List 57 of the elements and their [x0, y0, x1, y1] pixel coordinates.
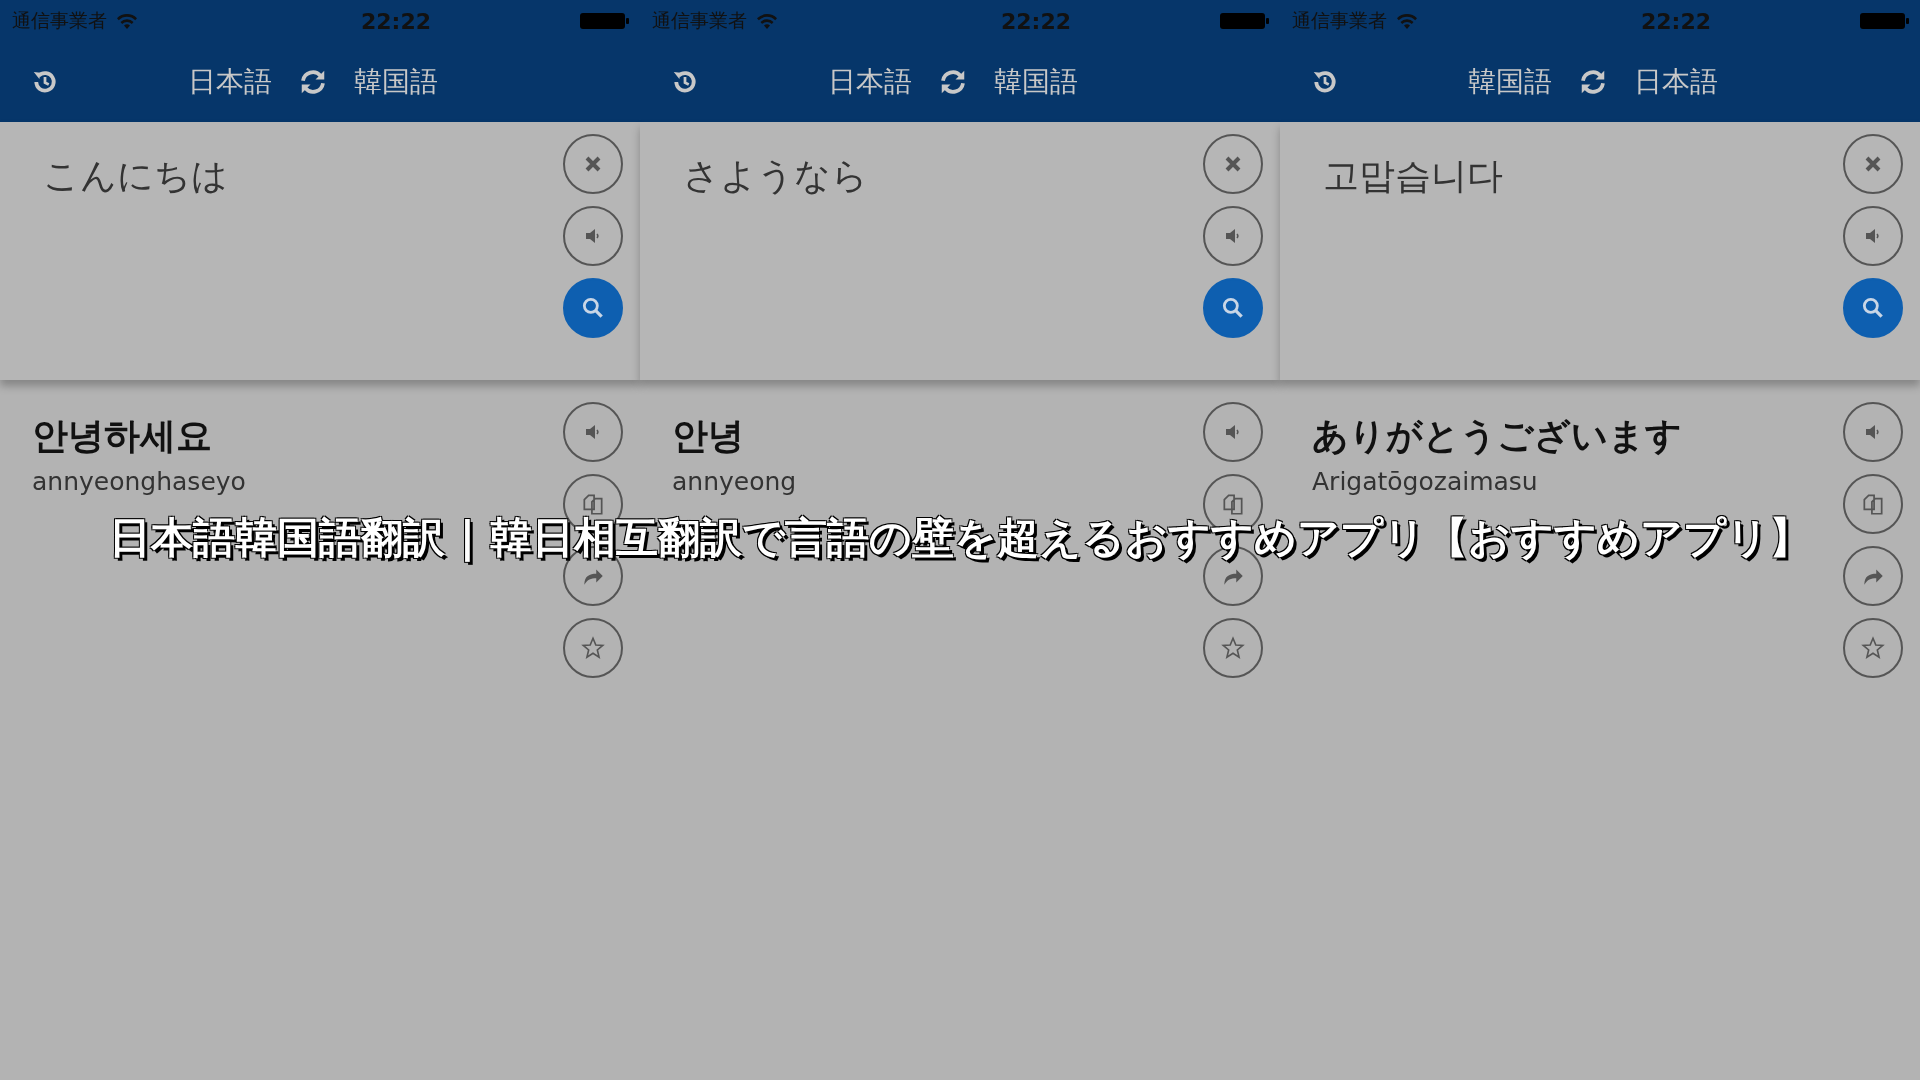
translation-text: ありがとうございます: [1312, 414, 1682, 458]
romanization-text: annyeonghaseyo: [32, 467, 246, 496]
romanization-text: Arigatōgozaimasu: [1312, 467, 1539, 496]
search-button[interactable]: [1843, 278, 1903, 338]
carrier-name: 通信事業者: [652, 8, 747, 33]
speaker-button[interactable]: [563, 402, 623, 462]
search-icon: [1860, 295, 1886, 321]
romanization-text: annyeong: [672, 467, 797, 496]
star-icon: [580, 635, 606, 661]
translation-text: 안녕하세요: [32, 414, 213, 458]
copy-icon: [1860, 491, 1886, 517]
swap-icon[interactable]: [1578, 67, 1608, 97]
search-icon: [580, 295, 606, 321]
copy-icon: [1220, 491, 1246, 517]
speaker-button[interactable]: [563, 206, 623, 266]
search-button[interactable]: [563, 278, 623, 338]
close-icon: [1223, 154, 1243, 174]
search-button[interactable]: [1203, 278, 1263, 338]
wifi-icon: [755, 12, 779, 30]
star-icon: [1860, 635, 1886, 661]
swap-icon[interactable]: [938, 67, 968, 97]
carrier-name: 通信事業者: [12, 8, 107, 33]
input-field[interactable]: 고맙습니다: [1323, 134, 1503, 202]
close-icon: [583, 154, 603, 174]
clear-button[interactable]: [1203, 134, 1263, 194]
search-icon: [1220, 295, 1246, 321]
speaker-button[interactable]: [1843, 402, 1903, 462]
source-language[interactable]: 韓国語: [1468, 63, 1552, 101]
wifi-icon: [115, 12, 139, 30]
battery-icon: [1220, 12, 1270, 30]
battery-icon: [1860, 12, 1910, 30]
target-language[interactable]: 韓国語: [354, 63, 438, 101]
speaker-button[interactable]: [1203, 402, 1263, 462]
wifi-icon: [1395, 12, 1419, 30]
target-language[interactable]: 日本語: [1634, 63, 1718, 101]
battery-icon: [580, 12, 630, 30]
status-time: 22:22: [361, 8, 431, 34]
source-language[interactable]: 日本語: [828, 63, 912, 101]
input-field[interactable]: さようなら: [683, 134, 868, 202]
status-time: 22:22: [1641, 8, 1711, 34]
copy-icon: [580, 491, 606, 517]
carrier-name: 通信事業者: [1292, 8, 1387, 33]
swap-icon[interactable]: [298, 67, 328, 97]
favorite-button[interactable]: [1203, 618, 1263, 678]
close-icon: [1863, 154, 1883, 174]
target-language[interactable]: 韓国語: [994, 63, 1078, 101]
favorite-button[interactable]: [1843, 618, 1903, 678]
star-icon: [1220, 635, 1246, 661]
favorite-button[interactable]: [563, 618, 623, 678]
translation-text: 안녕: [672, 414, 745, 458]
source-language[interactable]: 日本語: [188, 63, 272, 101]
speaker-button[interactable]: [1203, 206, 1263, 266]
clear-button[interactable]: [1843, 134, 1903, 194]
status-time: 22:22: [1001, 8, 1071, 34]
speaker-button[interactable]: [1843, 206, 1903, 266]
clear-button[interactable]: [563, 134, 623, 194]
input-field[interactable]: こんにちは: [43, 134, 228, 202]
